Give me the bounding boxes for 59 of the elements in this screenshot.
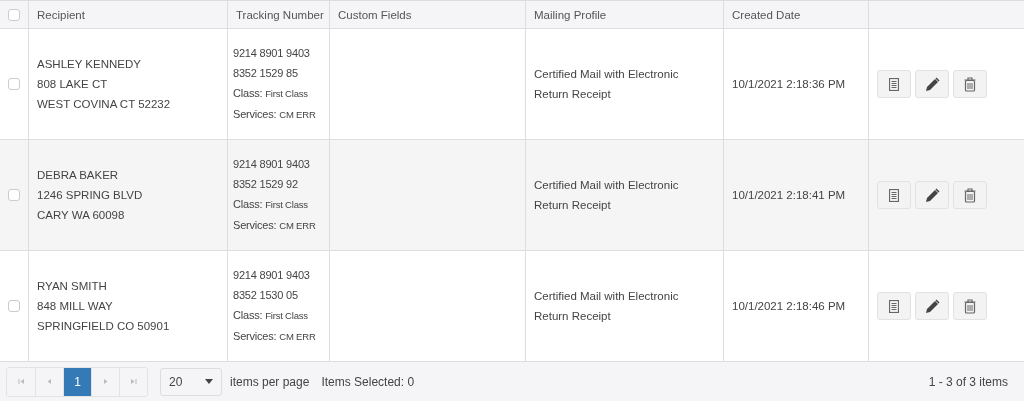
row-checkbox[interactable] [8,189,20,201]
trash-icon [964,187,976,203]
column-header[interactable]: Recipient [37,8,85,21]
pencil-icon [924,76,940,92]
item-range-text: 1 - 3 of 3 items [928,374,1008,389]
created-date: 10/1/2021 2:18:46 PM [732,299,847,314]
mail-class-text: Class: First Class [233,86,309,101]
pencil-icon [924,298,940,314]
page-size-label: items per page [230,374,310,389]
view-button[interactable] [877,292,911,320]
mailing-profile: Certified Mail with Electronic Return Receipt [534,178,680,213]
row-checkbox[interactable] [8,78,20,90]
created-date: 10/1/2021 2:18:41 PM [732,188,847,203]
address-line: 1246 SPRING BLVD [37,188,144,203]
address-line: SPRINGFIELD CO 50901 [37,319,171,334]
address-line: 808 LAKE CT [37,77,109,92]
services-text: Services: CM ERR [233,329,317,344]
edit-button[interactable] [915,181,949,209]
last-page-icon [130,378,137,385]
items-selected-text: Items Selected: 0 [321,374,415,389]
address-line: ASHLEY KENNEDY [37,57,142,72]
delete-button[interactable] [953,70,987,98]
page-size-dropdown[interactable]: 20 [160,367,222,396]
address-line: CARY WA 60098 [37,208,126,223]
previous-page-icon [46,378,53,385]
view-button[interactable] [877,181,911,209]
first-page-icon [17,378,25,385]
mailing-profile: Certified Mail with Electronic Return Receipt [534,67,680,102]
delete-button[interactable] [953,181,987,209]
address-line: WEST COVINA CT 52232 [37,97,172,112]
trash-icon [964,76,976,92]
document-icon [889,299,899,313]
tracking-number: 9214 8901 9403 8352 1529 92 [233,157,311,192]
column-header[interactable]: Mailing Profile [534,8,607,21]
page-button[interactable]: 1 [63,367,91,396]
services-text: Services: CM ERR [233,107,317,122]
tracking-number: 9214 8901 9403 8352 1530 05 [233,268,311,303]
address-line: RYAN SMITH [37,279,108,294]
edit-button[interactable] [915,292,949,320]
document-icon [889,77,899,91]
select-all-checkbox[interactable] [8,8,20,21]
mail-class-text: Class: First Class [233,308,309,323]
address-line: DEBRA BAKER [37,168,120,183]
column-header[interactable]: Custom Fields [338,8,412,21]
next-page-icon [102,378,109,385]
tracking-number: 9214 8901 9403 8352 1529 85 [233,46,311,81]
edit-button[interactable] [915,70,949,98]
mail-class-text: Class: First Class [233,197,309,212]
pencil-icon [924,187,940,203]
delete-button[interactable] [953,292,987,320]
view-button[interactable] [877,70,911,98]
mailing-profile: Certified Mail with Electronic Return Receipt [534,289,680,324]
caret-icon [205,379,213,384]
address-line: 848 MILL WAY [37,299,114,314]
row-checkbox[interactable] [8,300,20,312]
services-text: Services: CM ERR [233,218,317,233]
created-date: 10/1/2021 2:18:36 PM [732,77,847,92]
document-icon [889,188,899,202]
trash-icon [964,298,976,314]
